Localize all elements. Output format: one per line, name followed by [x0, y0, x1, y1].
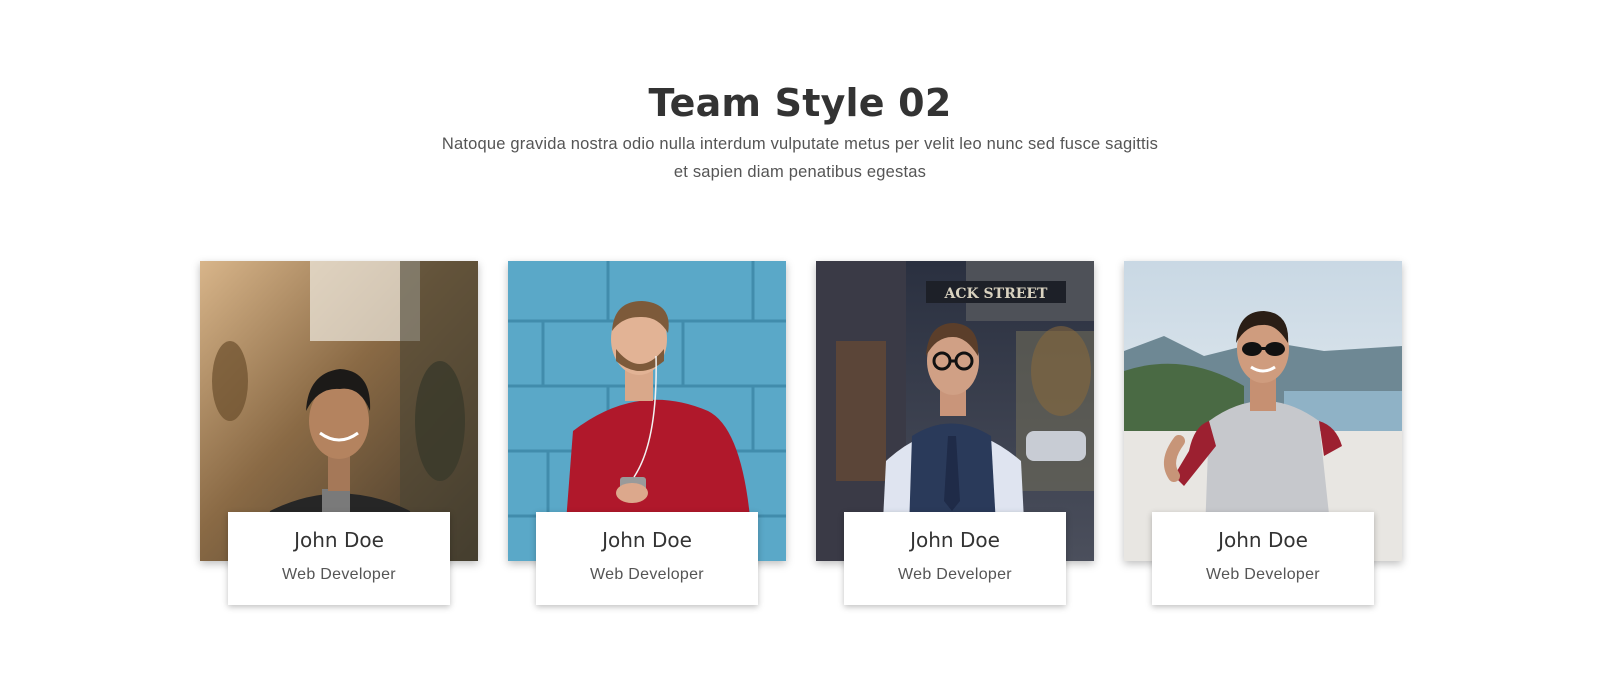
member-name: John Doe [910, 528, 1000, 552]
svg-text:ACK STREET: ACK STREET [944, 286, 1049, 302]
member-info: John Doe Web Developer [844, 512, 1066, 605]
member-info: John Doe Web Developer [1152, 512, 1374, 605]
team-card: John Doe Web Developer [508, 261, 786, 613]
team-card: ACK STREET John Doe Web Developer [816, 261, 1094, 613]
member-role: Web Developer [590, 566, 704, 583]
member-role: Web Developer [898, 566, 1012, 583]
member-name: John Doe [602, 528, 692, 552]
member-role: Web Developer [282, 566, 396, 583]
member-name: John Doe [294, 528, 384, 552]
member-role: Web Developer [1206, 566, 1320, 583]
team-card: John Doe Web Developer [1124, 261, 1402, 613]
member-info: John Doe Web Developer [228, 512, 450, 605]
section-header: Team Style 02 Natoque gravida nostra odi… [0, 78, 1600, 186]
team-card: John Doe Web Developer [200, 261, 478, 613]
member-name: John Doe [1218, 528, 1308, 552]
member-info: John Doe Web Developer [536, 512, 758, 605]
section-description: Natoque gravida nostra odio nulla interd… [441, 135, 1159, 181]
section-title: Team Style 02 [648, 81, 952, 125]
